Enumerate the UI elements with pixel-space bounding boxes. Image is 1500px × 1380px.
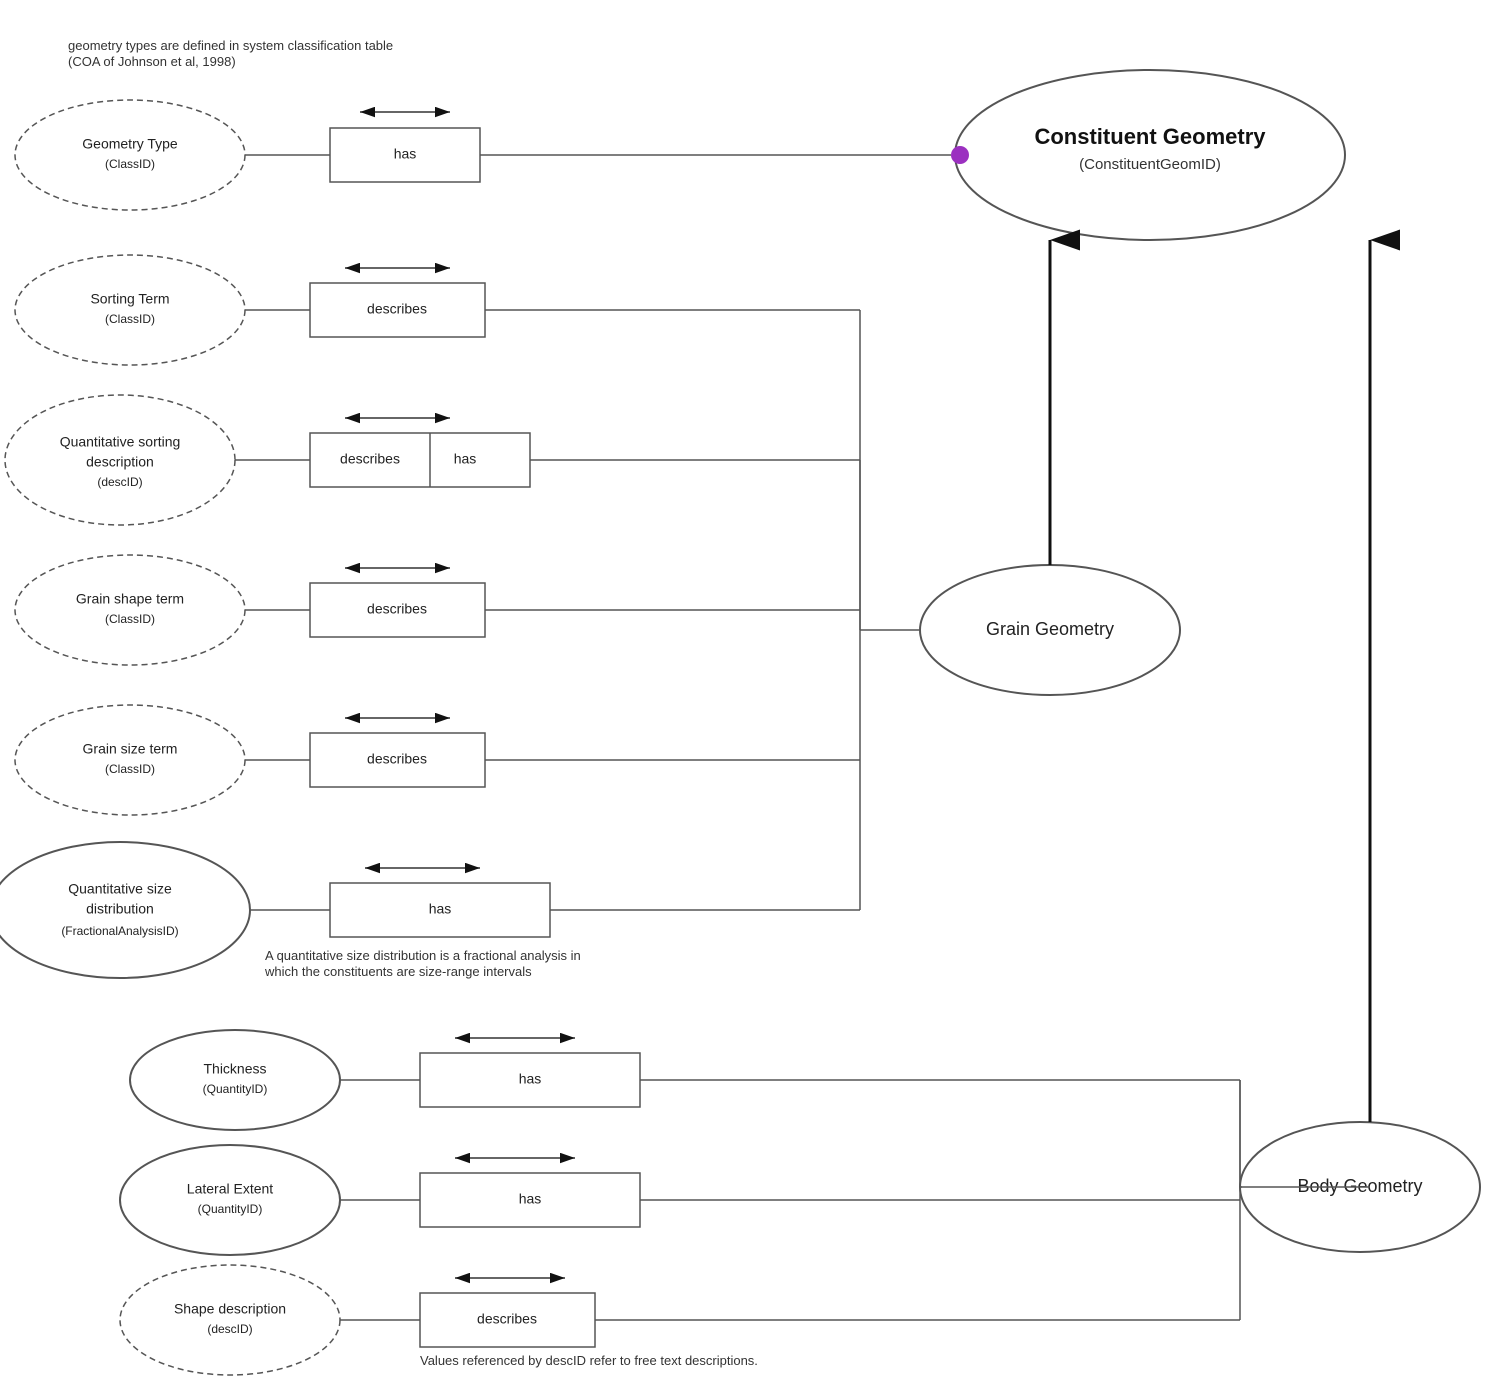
shape-desc-ellipse (120, 1265, 340, 1375)
lateral-extent-ellipse (120, 1145, 340, 1255)
sorting-term-sublabel: (ClassID) (105, 312, 155, 326)
qs-box-has: has (454, 451, 477, 467)
note-bottom: Values referenced by descID refer to fre… (420, 1353, 758, 1368)
note-top-line2: (COA of Johnson et al, 1998) (68, 54, 236, 69)
geometry-type-label: Geometry Type (82, 136, 178, 152)
quant-size-label1: Quantitative size (68, 881, 172, 897)
shape-desc-sublabel: (descID) (207, 1322, 252, 1336)
purple-dot (951, 146, 969, 164)
lat-box-label: has (519, 1191, 542, 1207)
qs-box-desc: describes (340, 451, 400, 467)
quant-sorting-label2: description (86, 454, 154, 470)
quant-size-sublabel: (FractionalAnalysisID) (61, 924, 178, 938)
grain-shape-ellipse (15, 555, 245, 665)
geometry-type-ellipse (15, 100, 245, 210)
quant-sorting-sublabel: (descID) (97, 475, 142, 489)
quant-size-label2: distribution (86, 901, 154, 917)
sd-box-label: describes (477, 1311, 537, 1327)
qsd-box-label: has (429, 901, 452, 917)
constituent-geometry-sublabel: (ConstituentGeomID) (1079, 156, 1221, 173)
thickness-sublabel: (QuantityID) (203, 1082, 268, 1096)
geom-type-box-label: has (394, 146, 417, 162)
sorting-box-label: describes (367, 301, 427, 317)
gsize-box-label: describes (367, 751, 427, 767)
grain-size-sublabel: (ClassID) (105, 762, 155, 776)
grain-size-label: Grain size term (83, 741, 178, 757)
note-quant-line1: A quantitative size distribution is a fr… (265, 948, 581, 963)
sorting-term-ellipse (15, 255, 245, 365)
thickness-ellipse (130, 1030, 340, 1130)
sorting-term-label: Sorting Term (90, 291, 169, 307)
diagram: geometry types are defined in system cla… (0, 0, 1500, 1380)
lateral-extent-label: Lateral Extent (187, 1181, 273, 1197)
gs-box-label: describes (367, 601, 427, 617)
grain-size-ellipse (15, 705, 245, 815)
constituent-geometry-label: Constituent Geometry (1034, 124, 1266, 149)
shape-desc-label: Shape description (174, 1301, 286, 1317)
thickness-label: Thickness (203, 1061, 266, 1077)
body-geometry-label: Body Geometry (1297, 1176, 1422, 1196)
lateral-extent-sublabel: (QuantityID) (198, 1202, 263, 1216)
note-quant-line2: which the constituents are size-range in… (264, 964, 532, 979)
grain-shape-sublabel: (ClassID) (105, 612, 155, 626)
note-top-line1: geometry types are defined in system cla… (68, 38, 393, 53)
grain-geometry-label: Grain Geometry (986, 619, 1114, 639)
grain-shape-label: Grain shape term (76, 591, 184, 607)
geometry-type-sublabel: (ClassID) (105, 157, 155, 171)
thick-box-label: has (519, 1071, 542, 1087)
quant-sorting-label1: Quantitative sorting (60, 434, 181, 450)
